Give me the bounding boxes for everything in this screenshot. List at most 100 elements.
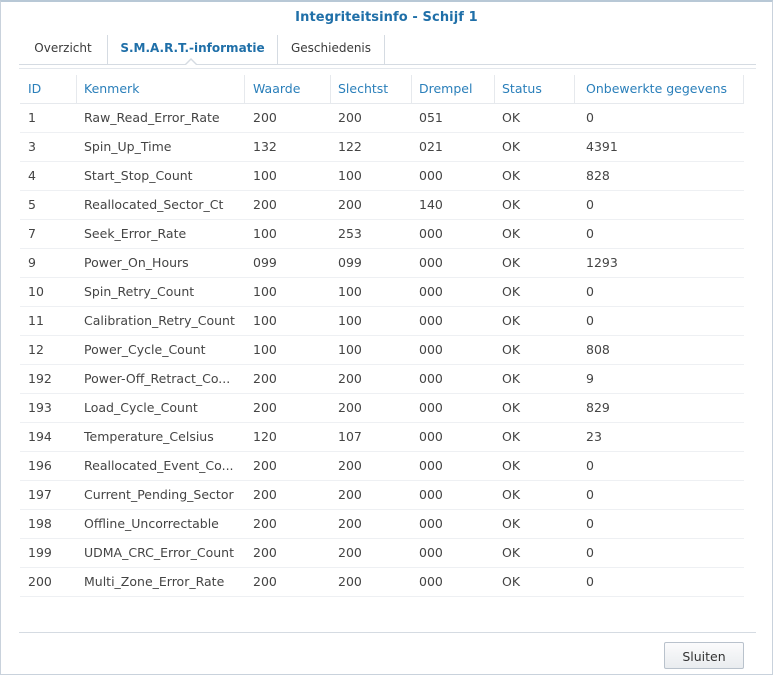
- table-row[interactable]: 197 Current_Pending_Sector 200 200 000 O…: [20, 481, 744, 510]
- cell-status: OK: [502, 255, 521, 270]
- cell-threshold: 000: [419, 545, 443, 560]
- cell-worst: 200: [338, 197, 362, 212]
- integrity-dialog: Integriteitsinfo - Schijf 1 Overzicht S.…: [0, 0, 773, 675]
- column-divider: [743, 75, 744, 103]
- cell-raw-data: 0: [586, 574, 594, 589]
- tab-history[interactable]: Geschiedenis: [278, 35, 384, 64]
- cell-threshold: 051: [419, 110, 443, 125]
- tab-underline: [19, 68, 756, 69]
- column-header-worst[interactable]: Slechtst: [330, 75, 411, 103]
- cell-attribute: Reallocated_Sector_Ct: [84, 197, 224, 212]
- cell-status: OK: [502, 284, 521, 299]
- tab-bar: Overzicht S.M.A.R.T.-informatie Geschied…: [19, 35, 756, 65]
- cell-threshold: 000: [419, 255, 443, 270]
- cell-raw-data: 4391: [586, 139, 618, 154]
- table-row[interactable]: 4 Start_Stop_Count 100 100 000 OK 828: [20, 162, 744, 191]
- cell-threshold: 000: [419, 226, 443, 241]
- cell-attribute: Start_Stop_Count: [84, 168, 193, 183]
- table-row[interactable]: 7 Seek_Error_Rate 100 253 000 OK 0: [20, 220, 744, 249]
- column-header-raw-data[interactable]: Onbewerkte gegevens: [578, 75, 744, 103]
- cell-threshold: 000: [419, 458, 443, 473]
- table-row[interactable]: 192 Power-Off_Retract_Co... 200 200 000 …: [20, 365, 744, 394]
- cell-raw-data: 0: [586, 487, 594, 502]
- cell-value: 100: [253, 284, 277, 299]
- dialog-title: Integriteitsinfo - Schijf 1: [295, 10, 478, 25]
- cell-status: OK: [502, 545, 521, 560]
- table-row[interactable]: 11 Calibration_Retry_Count 100 100 000 O…: [20, 307, 744, 336]
- cell-worst: 100: [338, 313, 362, 328]
- cell-value: 200: [253, 487, 277, 502]
- column-header-value[interactable]: Waarde: [245, 75, 330, 103]
- cell-raw-data: 0: [586, 313, 594, 328]
- close-button[interactable]: Sluiten: [664, 642, 744, 669]
- table-row[interactable]: 1 Raw_Read_Error_Rate 200 200 051 OK 0: [20, 104, 744, 133]
- cell-raw-data: 0: [586, 458, 594, 473]
- cell-worst: 200: [338, 516, 362, 531]
- table-row[interactable]: 198 Offline_Uncorrectable 200 200 000 OK…: [20, 510, 744, 539]
- table-row[interactable]: 196 Reallocated_Event_Co... 200 200 000 …: [20, 452, 744, 481]
- cell-raw-data: 829: [586, 400, 610, 415]
- smart-table: ID Kenmerk Waarde Slechtst Drempel Statu…: [20, 75, 744, 597]
- cell-status: OK: [502, 487, 521, 502]
- cell-id: 199: [28, 545, 52, 560]
- cell-status: OK: [502, 574, 521, 589]
- table-row[interactable]: 12 Power_Cycle_Count 100 100 000 OK 808: [20, 336, 744, 365]
- cell-attribute: Multi_Zone_Error_Rate: [84, 574, 225, 589]
- cell-attribute: Seek_Error_Rate: [84, 226, 187, 241]
- cell-id: 5: [28, 197, 36, 212]
- table-row[interactable]: 199 UDMA_CRC_Error_Count 200 200 000 OK …: [20, 539, 744, 568]
- table-row[interactable]: 3 Spin_Up_Time 132 122 021 OK 4391: [20, 133, 744, 162]
- cell-attribute: Raw_Read_Error_Rate: [84, 110, 220, 125]
- cell-id: 198: [28, 516, 52, 531]
- cell-value: 100: [253, 313, 277, 328]
- cell-status: OK: [502, 342, 521, 357]
- column-header-threshold[interactable]: Drempel: [411, 75, 494, 103]
- cell-value: 100: [253, 168, 277, 183]
- cell-threshold: 000: [419, 487, 443, 502]
- cell-id: 200: [28, 574, 52, 589]
- cell-value: 200: [253, 458, 277, 473]
- cell-value: 200: [253, 371, 277, 386]
- column-header-status[interactable]: Status: [494, 75, 578, 103]
- column-header-attribute[interactable]: Kenmerk: [76, 75, 244, 103]
- cell-value: 200: [253, 197, 277, 212]
- cell-status: OK: [502, 226, 521, 241]
- cell-raw-data: 0: [586, 197, 594, 212]
- cell-worst: 200: [338, 110, 362, 125]
- cell-id: 194: [28, 429, 52, 444]
- cell-status: OK: [502, 371, 521, 386]
- cell-attribute: Calibration_Retry_Count: [84, 313, 235, 328]
- cell-id: 9: [28, 255, 36, 270]
- cell-attribute: Power-Off_Retract_Co...: [84, 371, 231, 386]
- cell-worst: 122: [338, 139, 362, 154]
- table-row[interactable]: 193 Load_Cycle_Count 200 200 000 OK 829: [20, 394, 744, 423]
- tab-overview[interactable]: Overzicht: [19, 35, 107, 64]
- cell-raw-data: 0: [586, 516, 594, 531]
- cell-value: 100: [253, 226, 277, 241]
- active-tab-indicator-inner: [186, 60, 196, 65]
- column-header-id[interactable]: ID: [20, 75, 76, 103]
- table-row[interactable]: 9 Power_On_Hours 099 099 000 OK 1293: [20, 249, 744, 278]
- cell-raw-data: 23: [586, 429, 602, 444]
- column-divider: [574, 75, 575, 103]
- table-row[interactable]: 10 Spin_Retry_Count 100 100 000 OK 0: [20, 278, 744, 307]
- cell-threshold: 000: [419, 168, 443, 183]
- table-row[interactable]: 194 Temperature_Celsius 120 107 000 OK 2…: [20, 423, 744, 452]
- table-row[interactable]: 200 Multi_Zone_Error_Rate 200 200 000 OK…: [20, 568, 744, 597]
- cell-id: 7: [28, 226, 36, 241]
- cell-status: OK: [502, 400, 521, 415]
- table-row[interactable]: 5 Reallocated_Sector_Ct 200 200 140 OK 0: [20, 191, 744, 220]
- cell-raw-data: 0: [586, 226, 594, 241]
- cell-threshold: 000: [419, 516, 443, 531]
- cell-status: OK: [502, 458, 521, 473]
- cell-value: 200: [253, 400, 277, 415]
- cell-worst: 253: [338, 226, 362, 241]
- cell-threshold: 140: [419, 197, 443, 212]
- cell-id: 1: [28, 110, 36, 125]
- cell-attribute: Temperature_Celsius: [84, 429, 214, 444]
- cell-attribute: Reallocated_Event_Co...: [84, 458, 234, 473]
- cell-attribute: Spin_Retry_Count: [84, 284, 195, 299]
- cell-status: OK: [502, 139, 521, 154]
- cell-status: OK: [502, 516, 521, 531]
- table-header: ID Kenmerk Waarde Slechtst Drempel Statu…: [20, 75, 744, 104]
